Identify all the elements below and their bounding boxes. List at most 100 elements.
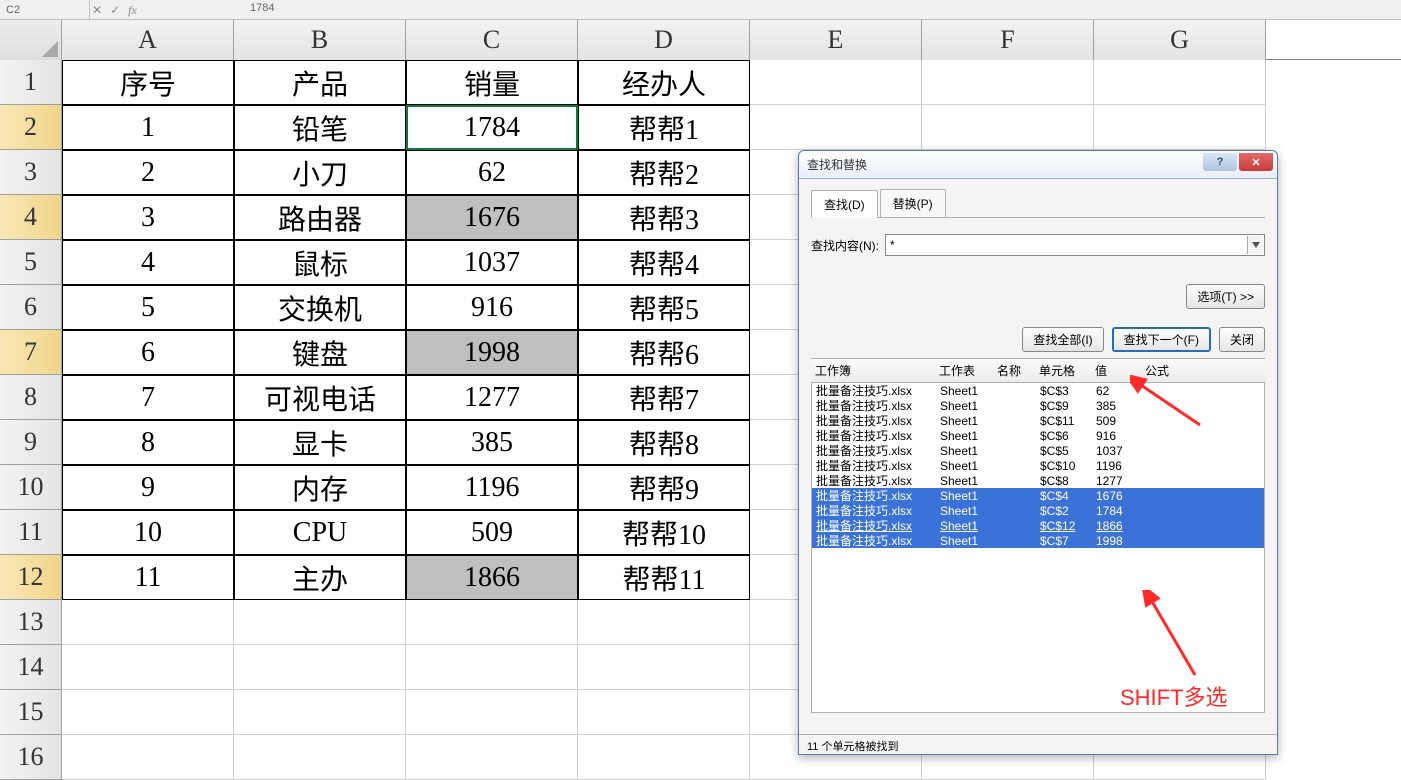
- close-button[interactable]: 关闭: [1219, 327, 1265, 352]
- cell-D8[interactable]: 帮帮7: [578, 375, 750, 420]
- result-row[interactable]: 批量备注技巧.xlsxSheet1$C$21784: [812, 503, 1264, 518]
- cell-C8[interactable]: 1277: [406, 375, 578, 420]
- row-header-14[interactable]: 14: [0, 645, 62, 690]
- row-header-11[interactable]: 11: [0, 510, 62, 555]
- cell-A5[interactable]: 4: [62, 240, 234, 285]
- result-row[interactable]: 批量备注技巧.xlsxSheet1$C$6916: [812, 428, 1264, 443]
- cell-B12[interactable]: 主办: [234, 555, 406, 600]
- result-row[interactable]: 批量备注技巧.xlsxSheet1$C$81277: [812, 473, 1264, 488]
- cell-C15[interactable]: [406, 690, 578, 735]
- row-header-9[interactable]: 9: [0, 420, 62, 465]
- cell-C6[interactable]: 916: [406, 285, 578, 330]
- cell-B7[interactable]: 键盘: [234, 330, 406, 375]
- name-box[interactable]: C2: [0, 0, 90, 20]
- row-header-13[interactable]: 13: [0, 600, 62, 645]
- cell-A9[interactable]: 8: [62, 420, 234, 465]
- tab-find[interactable]: 查找(D): [811, 190, 878, 218]
- cell-D10[interactable]: 帮帮9: [578, 465, 750, 510]
- cell-B5[interactable]: 鼠标: [234, 240, 406, 285]
- cell-C12[interactable]: 1866: [406, 555, 578, 600]
- results-list[interactable]: 批量备注技巧.xlsxSheet1$C$362批量备注技巧.xlsxSheet1…: [811, 383, 1265, 713]
- dropdown-icon[interactable]: [1247, 236, 1263, 254]
- cell-E1[interactable]: [750, 60, 922, 105]
- cell-C3[interactable]: 62: [406, 150, 578, 195]
- cell-D9[interactable]: 帮帮8: [578, 420, 750, 465]
- row-header-8[interactable]: 8: [0, 375, 62, 420]
- cell-B11[interactable]: CPU: [234, 510, 406, 555]
- cell-A1[interactable]: 序号: [62, 60, 234, 105]
- find-next-button[interactable]: 查找下一个(F): [1112, 327, 1211, 352]
- find-all-button[interactable]: 查找全部(I): [1022, 327, 1103, 352]
- select-all-corner[interactable]: [0, 20, 62, 60]
- row-header-1[interactable]: 1: [0, 60, 62, 105]
- result-row[interactable]: 批量备注技巧.xlsxSheet1$C$51037: [812, 443, 1264, 458]
- cell-F2[interactable]: [922, 105, 1094, 150]
- col-formula[interactable]: 公式: [1141, 362, 1191, 379]
- column-header-D[interactable]: D: [578, 20, 750, 60]
- cell-D12[interactable]: 帮帮11: [578, 555, 750, 600]
- cell-D11[interactable]: 帮帮10: [578, 510, 750, 555]
- cell-A7[interactable]: 6: [62, 330, 234, 375]
- find-input[interactable]: *: [885, 234, 1265, 256]
- cell-C5[interactable]: 1037: [406, 240, 578, 285]
- row-header-5[interactable]: 5: [0, 240, 62, 285]
- cell-C2[interactable]: 1784: [406, 105, 578, 150]
- row-header-12[interactable]: 12: [0, 555, 62, 600]
- column-header-B[interactable]: B: [234, 20, 406, 60]
- row-header-4[interactable]: 4: [0, 195, 62, 240]
- formula-value[interactable]: 1784: [250, 2, 274, 14]
- cell-D3[interactable]: 帮帮2: [578, 150, 750, 195]
- column-header-G[interactable]: G: [1094, 20, 1266, 60]
- cell-A2[interactable]: 1: [62, 105, 234, 150]
- result-row[interactable]: 批量备注技巧.xlsxSheet1$C$11509: [812, 413, 1264, 428]
- column-header-A[interactable]: A: [62, 20, 234, 60]
- column-header-F[interactable]: F: [922, 20, 1094, 60]
- col-value[interactable]: 值: [1091, 362, 1141, 379]
- cell-C10[interactable]: 1196: [406, 465, 578, 510]
- col-workbook[interactable]: 工作簿: [811, 362, 935, 379]
- confirm-icon[interactable]: ✓: [110, 3, 120, 17]
- cell-B14[interactable]: [234, 645, 406, 690]
- cell-D15[interactable]: [578, 690, 750, 735]
- cell-A8[interactable]: 7: [62, 375, 234, 420]
- results-header[interactable]: 工作簿 工作表 名称 单元格 值 公式: [811, 358, 1265, 383]
- cell-A15[interactable]: [62, 690, 234, 735]
- cancel-icon[interactable]: ✕: [92, 3, 102, 17]
- cell-F1[interactable]: [922, 60, 1094, 105]
- cell-B1[interactable]: 产品: [234, 60, 406, 105]
- row-header-2[interactable]: 2: [0, 105, 62, 150]
- tab-replace[interactable]: 替换(P): [880, 189, 946, 217]
- cell-B2[interactable]: 铅笔: [234, 105, 406, 150]
- row-header-15[interactable]: 15: [0, 690, 62, 735]
- result-row[interactable]: 批量备注技巧.xlsxSheet1$C$362: [812, 383, 1264, 398]
- cell-A11[interactable]: 10: [62, 510, 234, 555]
- cell-A10[interactable]: 9: [62, 465, 234, 510]
- cell-D13[interactable]: [578, 600, 750, 645]
- help-button[interactable]: ?: [1203, 153, 1237, 171]
- column-header-C[interactable]: C: [406, 20, 578, 60]
- result-row[interactable]: 批量备注技巧.xlsxSheet1$C$71998: [812, 533, 1264, 548]
- close-icon[interactable]: ✕: [1239, 153, 1273, 171]
- cell-C11[interactable]: 509: [406, 510, 578, 555]
- cell-B9[interactable]: 显卡: [234, 420, 406, 465]
- cell-C4[interactable]: 1676: [406, 195, 578, 240]
- cell-A12[interactable]: 11: [62, 555, 234, 600]
- cell-B15[interactable]: [234, 690, 406, 735]
- column-header-E[interactable]: E: [750, 20, 922, 60]
- cell-B3[interactable]: 小刀: [234, 150, 406, 195]
- cell-D14[interactable]: [578, 645, 750, 690]
- cell-B10[interactable]: 内存: [234, 465, 406, 510]
- cell-D5[interactable]: 帮帮4: [578, 240, 750, 285]
- cell-B16[interactable]: [234, 735, 406, 780]
- result-row[interactable]: 批量备注技巧.xlsxSheet1$C$9385: [812, 398, 1264, 413]
- cell-G1[interactable]: [1094, 60, 1266, 105]
- cell-D2[interactable]: 帮帮1: [578, 105, 750, 150]
- result-row[interactable]: 批量备注技巧.xlsxSheet1$C$41676: [812, 488, 1264, 503]
- cell-D4[interactable]: 帮帮3: [578, 195, 750, 240]
- cell-G2[interactable]: [1094, 105, 1266, 150]
- cell-B4[interactable]: 路由器: [234, 195, 406, 240]
- cell-A3[interactable]: 2: [62, 150, 234, 195]
- col-cell[interactable]: 单元格: [1035, 362, 1091, 379]
- result-row[interactable]: 批量备注技巧.xlsxSheet1$C$101196: [812, 458, 1264, 473]
- row-header-10[interactable]: 10: [0, 465, 62, 510]
